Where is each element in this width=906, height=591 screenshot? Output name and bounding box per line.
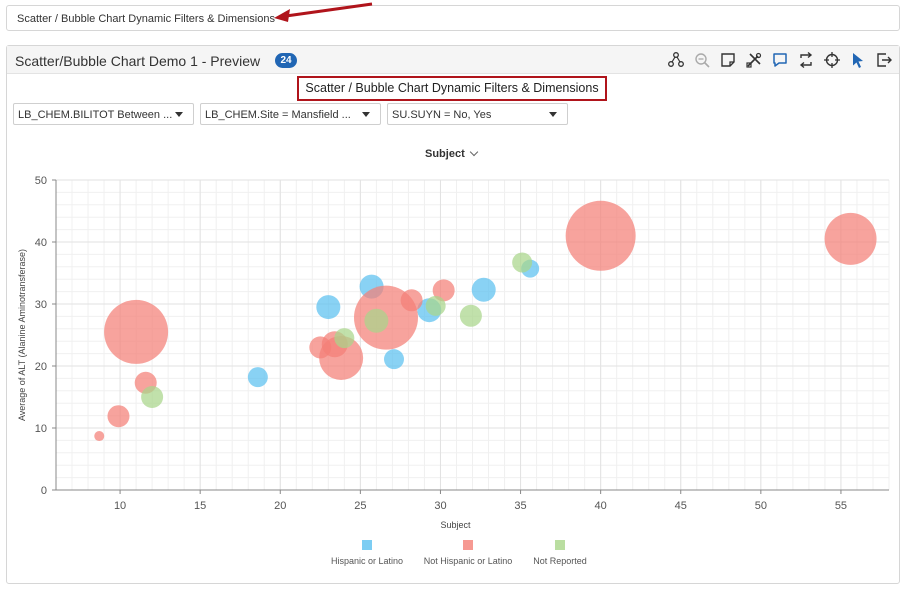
legend-label: Hispanic or Latino <box>331 556 403 566</box>
bubble-point <box>141 386 164 408</box>
bubble-point <box>364 308 389 333</box>
x-tick-label: 50 <box>755 500 767 512</box>
legend-swatch <box>463 540 473 550</box>
filter-suyn-dropdown[interactable]: SU.SUYN = No, Yes <box>387 103 568 125</box>
caret-down-icon <box>362 112 370 117</box>
y-tick-label: 30 <box>35 299 47 311</box>
hierarchy-icon[interactable] <box>667 51 685 69</box>
x-tick-label: 40 <box>595 500 607 512</box>
bubble-point <box>459 304 482 327</box>
annotation-arrow-icon <box>274 2 373 22</box>
dashboard-title: Scatter / Bubble Chart Dynamic Filters &… <box>17 13 275 25</box>
dimension-selector[interactable]: Subject <box>425 147 478 160</box>
panel-toolbar <box>667 51 893 69</box>
bubble-point <box>824 212 877 265</box>
x-axis-label: Subject <box>440 520 471 530</box>
chevron-down-icon <box>469 147 478 157</box>
filter-bilitot-dropdown[interactable]: LB_CHEM.BILITOT Between ... <box>13 103 194 125</box>
chart-panel: Scatter/Bubble Chart Demo 1 - Preview 24 <box>6 45 900 584</box>
tools-icon[interactable] <box>745 51 763 69</box>
bubble-point <box>565 200 636 271</box>
zoom-out-icon[interactable] <box>693 51 711 69</box>
bubble-point <box>104 299 169 364</box>
x-tick-label: 10 <box>114 500 126 512</box>
y-tick-label: 40 <box>35 237 47 249</box>
bubble-point <box>425 295 446 316</box>
x-tick-label: 30 <box>434 500 446 512</box>
y-axis-label: Average of ALT (Alanine Aminotransferase… <box>17 249 27 421</box>
dashboard-title-bar: Scatter / Bubble Chart Dynamic Filters &… <box>6 5 900 31</box>
y-tick-label: 20 <box>35 361 47 373</box>
x-tick-label: 15 <box>194 500 206 512</box>
pointer-icon[interactable] <box>849 51 867 69</box>
bubble-point <box>94 431 105 442</box>
panel-title: Scatter/Bubble Chart Demo 1 - Preview <box>15 53 261 69</box>
crosshair-icon[interactable] <box>823 51 841 69</box>
legend-swatch <box>555 540 565 550</box>
bubble-point <box>316 295 341 320</box>
y-tick-label: 0 <box>41 485 47 497</box>
export-icon[interactable] <box>875 51 893 69</box>
filter-label: LB_CHEM.BILITOT Between ... <box>18 109 173 121</box>
note-icon[interactable] <box>719 51 737 69</box>
caret-down-icon <box>549 112 557 117</box>
refresh-icon[interactable] <box>797 51 815 69</box>
count-badge: 24 <box>275 53 297 68</box>
legend-label: Not Hispanic or Latino <box>424 556 513 566</box>
bubble-point <box>400 289 423 312</box>
x-tick-label: 25 <box>354 500 366 512</box>
x-tick-label: 20 <box>274 500 286 512</box>
bubble-point <box>512 252 533 273</box>
legend-label: Not Reported <box>533 556 587 566</box>
bubble-point <box>384 349 405 370</box>
filter-label: SU.SUYN = No, Yes <box>392 109 492 121</box>
dimension-label: Subject <box>425 148 465 160</box>
x-tick-label: 35 <box>514 500 526 512</box>
bubble-point <box>107 405 130 428</box>
y-tick-label: 10 <box>35 423 47 435</box>
legend-swatch <box>362 540 372 550</box>
scatter-chart: 10 15 20 25 30 35 40 45 50 55 0 10 20 30 40 50 Subject Av… <box>17 175 890 566</box>
comment-icon[interactable] <box>771 51 789 69</box>
filter-label: LB_CHEM.Site = Mansfield ... <box>205 109 351 121</box>
chart-title: Scatter / Bubble Chart Dynamic Filters &… <box>297 76 607 101</box>
x-tick-label: 45 <box>675 500 687 512</box>
panel-header: Scatter/Bubble Chart Demo 1 - Preview 24 <box>7 46 899 74</box>
filter-site-dropdown[interactable]: LB_CHEM.Site = Mansfield ... <box>200 103 381 125</box>
y-tick-label: 50 <box>35 175 47 187</box>
bubble-point <box>334 328 355 349</box>
bubble-point <box>471 277 496 302</box>
bubble-point <box>247 367 268 388</box>
caret-down-icon <box>175 112 183 117</box>
x-tick-label: 55 <box>835 500 847 512</box>
